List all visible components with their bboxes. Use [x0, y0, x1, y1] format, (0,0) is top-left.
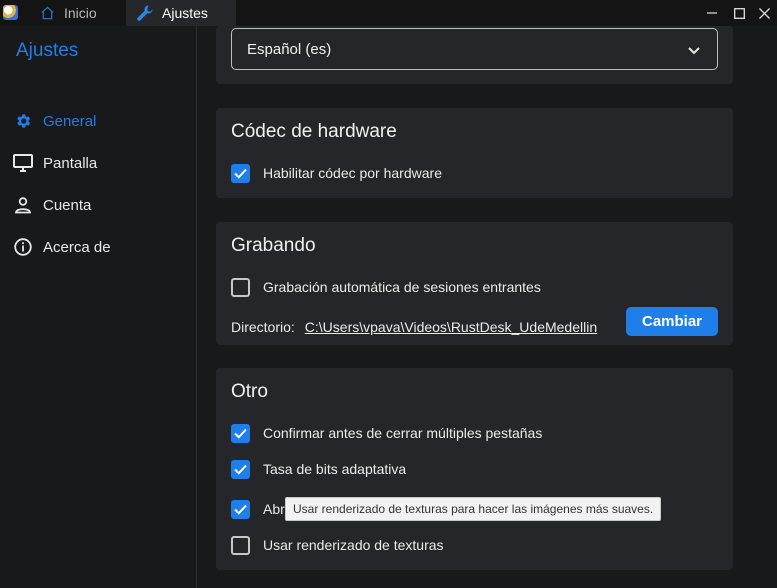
adaptive-bitrate-option[interactable]: Tasa de bits adaptativa: [231, 458, 406, 480]
auto-record-option[interactable]: Grabación automática de sesiones entrant…: [231, 276, 541, 298]
checkbox-checked[interactable]: [231, 423, 250, 443]
confirm-close-tabs-option[interactable]: Confirmar antes de cerrar múltiples pest…: [231, 422, 542, 444]
option-label: Grabación automática de sesiones entrant…: [263, 279, 541, 295]
monitor-icon: [13, 153, 33, 173]
sidebar-title: Ajustes: [16, 40, 79, 61]
other-card: Otro Confirmar antes de cerrar múltiples…: [216, 368, 733, 570]
option-label: Tasa de bits adaptativa: [263, 461, 407, 477]
section-title: Otro: [231, 381, 268, 402]
partially-hidden-option[interactable]: Abr: [231, 498, 285, 520]
app-logo-icon: [3, 5, 18, 20]
close-button[interactable]: [749, 0, 777, 26]
change-directory-button[interactable]: Cambiar: [626, 307, 718, 336]
checkbox-checked[interactable]: [231, 163, 250, 183]
hardware-codec-option[interactable]: Habilitar códec por hardware: [231, 162, 442, 184]
sidebar-item-acerca-de[interactable]: Acerca de: [13, 235, 111, 259]
directory-row: Directorio: C:\Users\vpava\Videos\RustDe…: [231, 317, 597, 337]
chevron-down-icon: [688, 42, 700, 59]
checkbox-checked[interactable]: [231, 459, 250, 479]
option-label: Habilitar códec por hardware: [263, 165, 442, 181]
texture-render-option[interactable]: Usar renderizado de texturas: [231, 534, 444, 556]
option-label: Usar renderizado de texturas: [263, 537, 444, 553]
minimize-button[interactable]: [697, 0, 727, 26]
tab-settings-label: Ajustes: [162, 5, 208, 21]
gear-icon: [13, 111, 33, 131]
person-icon: [13, 195, 33, 215]
sidebar: Ajustes General Pantalla Cuenta Acerca d…: [0, 26, 197, 588]
sidebar-item-cuenta[interactable]: Cuenta: [13, 193, 91, 217]
directory-label: Directorio:: [231, 319, 295, 335]
section-title: Grabando: [231, 235, 316, 256]
tab-home-label: Inicio: [64, 5, 97, 21]
checkbox-checked[interactable]: [231, 499, 250, 519]
directory-path-link[interactable]: C:\Users\vpava\Videos\RustDesk_UdeMedell…: [305, 319, 597, 335]
tooltip: Usar renderizado de texturas para hacer …: [285, 497, 662, 521]
sidebar-item-label: General: [43, 112, 97, 130]
sidebar-item-label: Acerca de: [43, 238, 111, 256]
recording-card: Grabando Grabación automática de sesione…: [216, 222, 733, 345]
checkbox-unchecked[interactable]: [231, 277, 250, 297]
language-select-value: Español (es): [247, 40, 332, 58]
sidebar-item-label: Pantalla: [43, 154, 98, 172]
tab-home[interactable]: Inicio: [26, 0, 126, 26]
sidebar-item-general[interactable]: General: [13, 109, 96, 133]
info-icon: [13, 237, 33, 257]
checkbox-unchecked[interactable]: [231, 535, 250, 555]
option-label: Abr: [263, 501, 285, 517]
sidebar-item-label: Cuenta: [43, 196, 92, 214]
sidebar-item-pantalla[interactable]: Pantalla: [13, 151, 97, 175]
section-title: Códec de hardware: [231, 121, 397, 142]
language-card: Español (es): [216, 26, 733, 84]
home-icon: [38, 4, 56, 22]
tab-settings[interactable]: Ajustes: [126, 0, 236, 26]
hardware-codec-card: Códec de hardware Habilitar códec por ha…: [216, 108, 733, 198]
title-bar: Inicio Ajustes: [0, 0, 777, 26]
wrench-icon: [136, 4, 154, 22]
option-label: Confirmar antes de cerrar múltiples pest…: [263, 425, 543, 441]
language-select[interactable]: Español (es): [231, 28, 718, 70]
